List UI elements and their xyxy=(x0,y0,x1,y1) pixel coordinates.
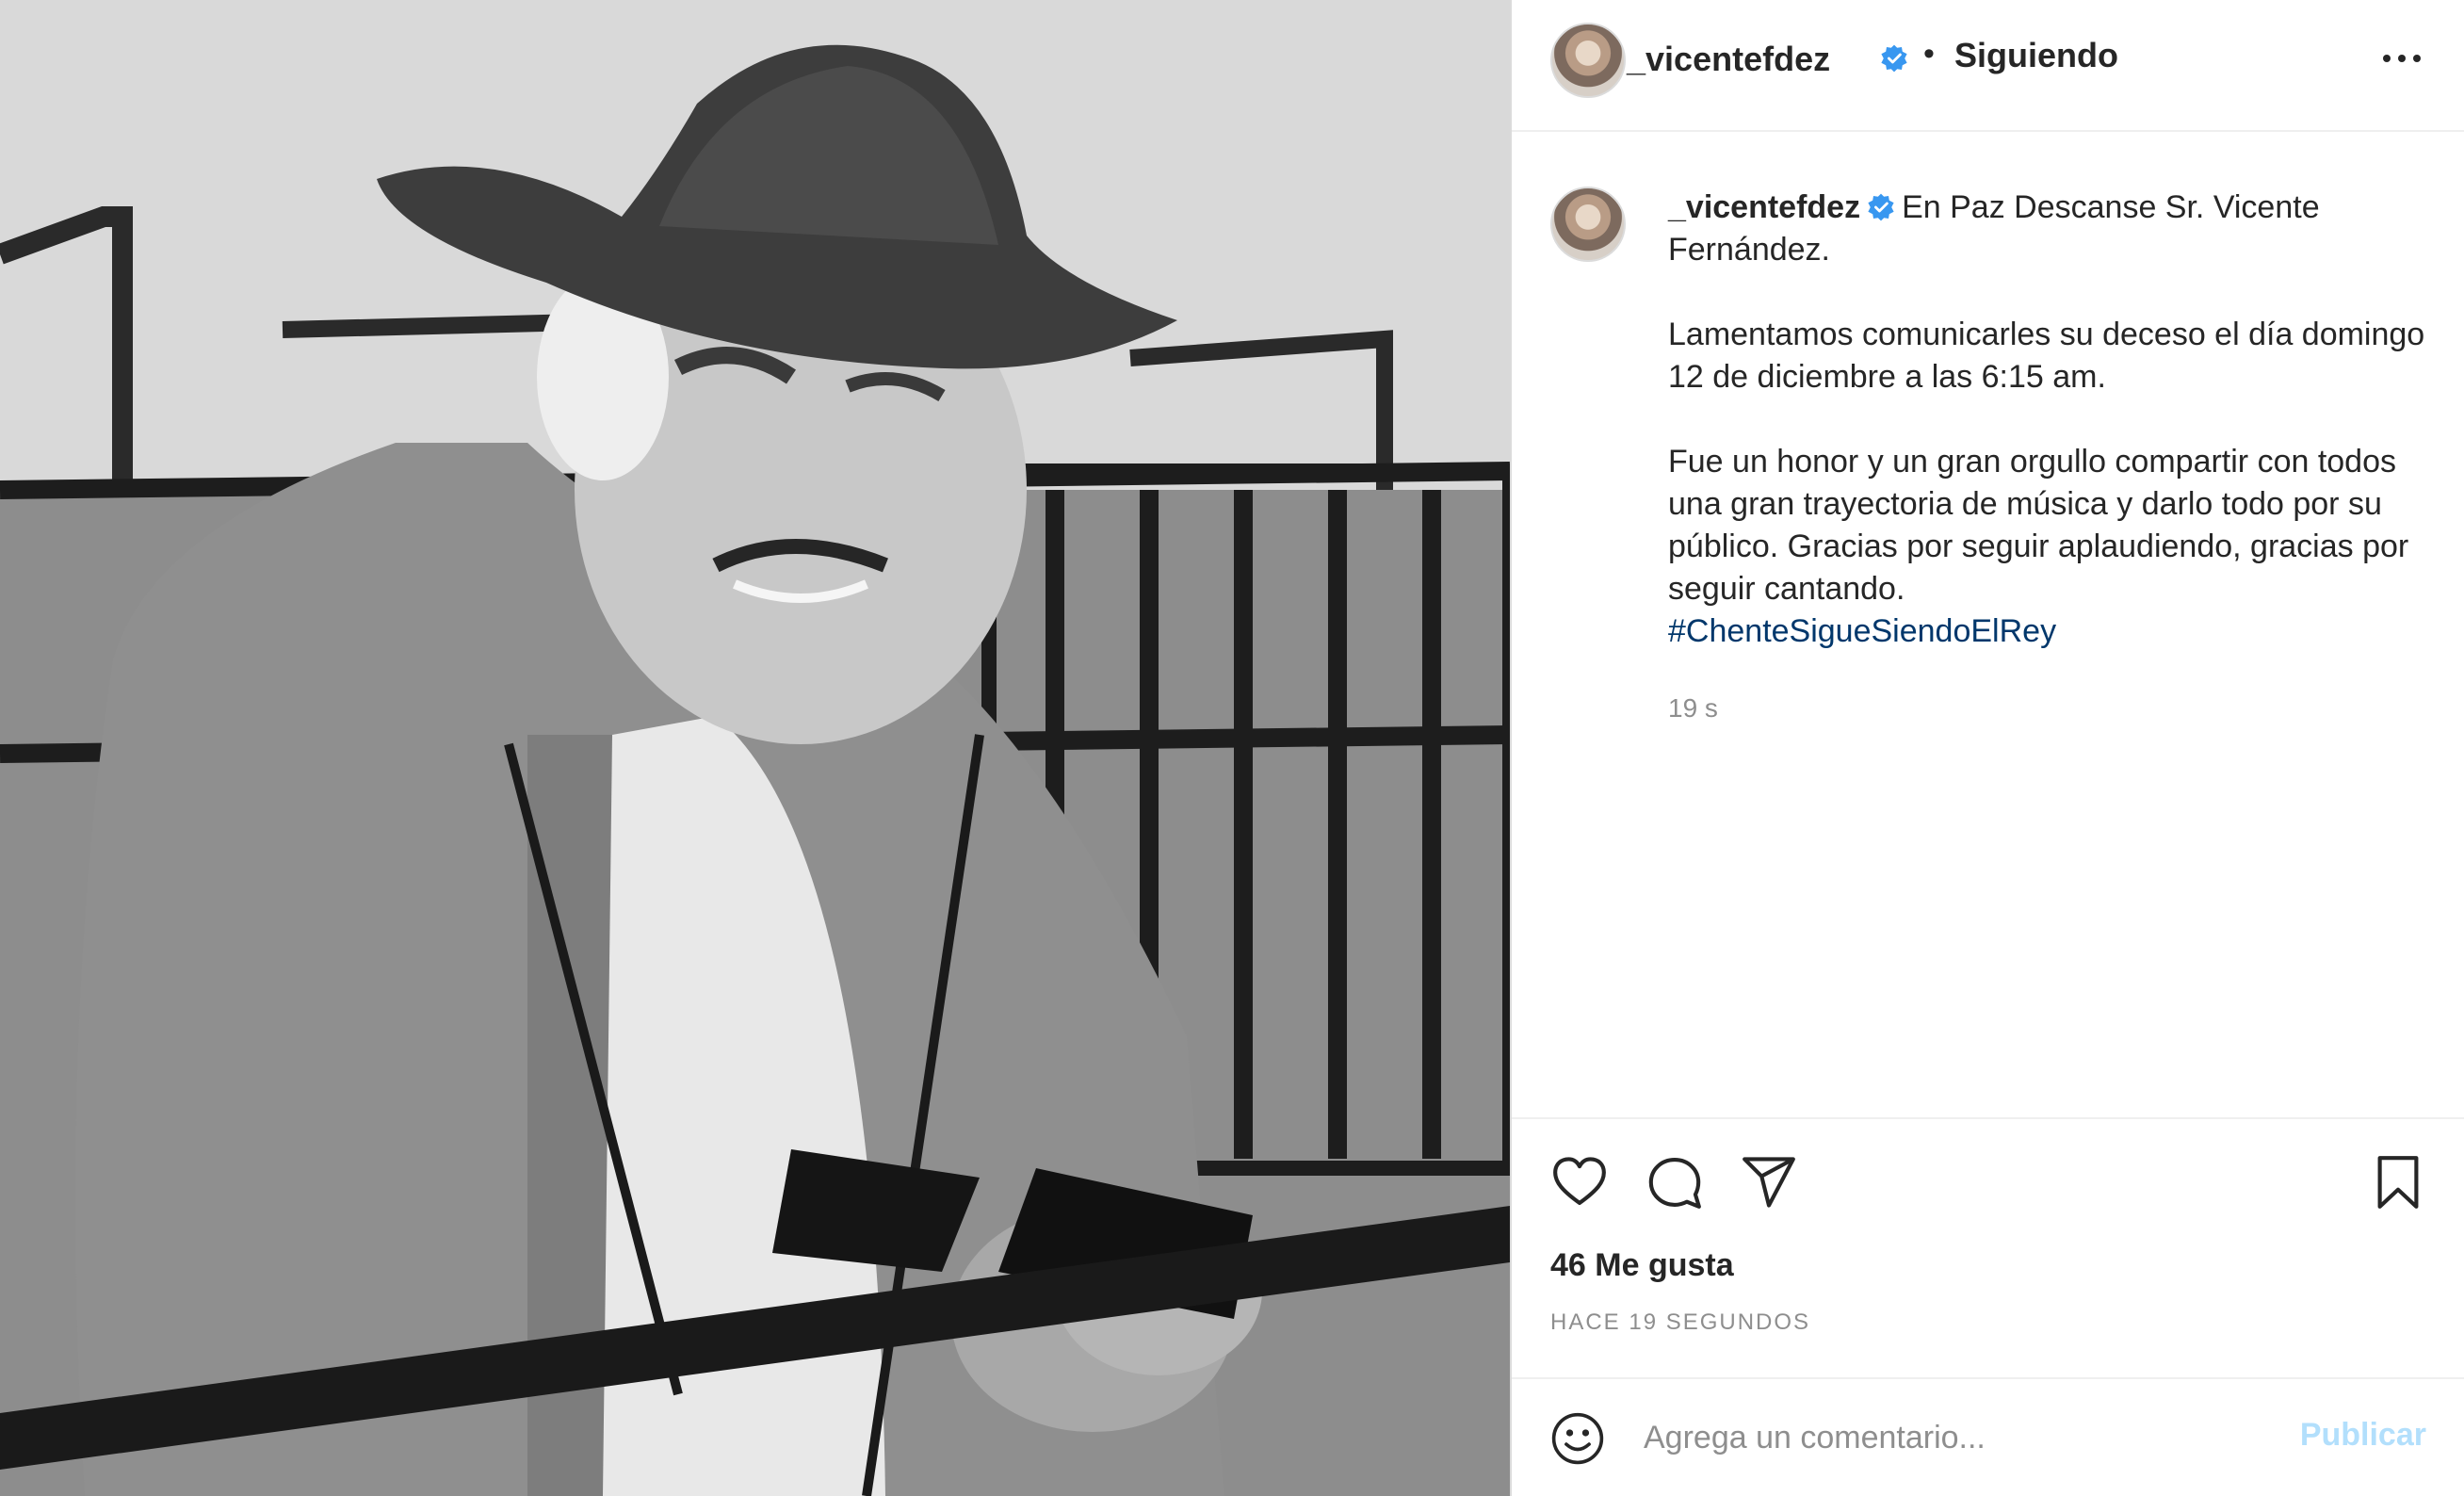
caption-username[interactable]: _vicentefdez xyxy=(1668,189,1860,225)
post-caption: _vicentefdez En Paz Descanse Sr. Vicente… xyxy=(1668,187,2440,653)
post-time-ago[interactable]: HACE 19 SEGUNDOS xyxy=(1550,1309,1810,1336)
post-modal: _vicentefdez • Siguiendo _vicentefdez En… xyxy=(0,0,2464,1496)
post-header: _vicentefdez • Siguiendo xyxy=(1512,0,2464,132)
caption-timestamp[interactable]: 19 s xyxy=(1668,693,1718,724)
verified-badge-icon xyxy=(1881,44,1907,73)
post-photo[interactable] xyxy=(0,0,1510,1496)
share-icon[interactable] xyxy=(1740,1153,1798,1211)
verified-badge-icon xyxy=(1868,193,1894,221)
heart-icon[interactable] xyxy=(1550,1153,1609,1211)
separator-dot: • xyxy=(1923,36,1935,72)
publish-button[interactable]: Publicar xyxy=(2300,1417,2426,1454)
header-username[interactable]: _vicentefdez xyxy=(1627,40,1830,79)
more-options-icon[interactable] xyxy=(2381,47,2423,70)
bookmark-icon[interactable] xyxy=(2369,1153,2427,1211)
caption-paragraph-3: Fue un honor y un gran orgullo compartir… xyxy=(1668,444,2409,607)
caption-paragraph-2: Lamentamos comunicarles su deceso el día… xyxy=(1668,317,2425,395)
comment-bar: Publicar xyxy=(1512,1377,2464,1496)
post-actions: 46 Me gusta HACE 19 SEGUNDOS xyxy=(1512,1117,2464,1381)
comment-input[interactable] xyxy=(1644,1413,2265,1462)
emoji-icon[interactable] xyxy=(1550,1411,1605,1466)
post-side-panel: _vicentefdez • Siguiendo _vicentefdez En… xyxy=(1510,0,2464,1496)
avatar[interactable] xyxy=(1550,23,1626,98)
comment-icon[interactable] xyxy=(1645,1153,1704,1211)
caption-avatar[interactable] xyxy=(1550,187,1626,262)
likes-count[interactable]: 46 Me gusta xyxy=(1550,1247,1734,1284)
photo-illustration xyxy=(0,0,1510,1496)
following-button[interactable]: Siguiendo xyxy=(1954,36,2118,75)
hashtag-link[interactable]: #ChenteSigueSiendoElRey xyxy=(1668,613,2056,649)
